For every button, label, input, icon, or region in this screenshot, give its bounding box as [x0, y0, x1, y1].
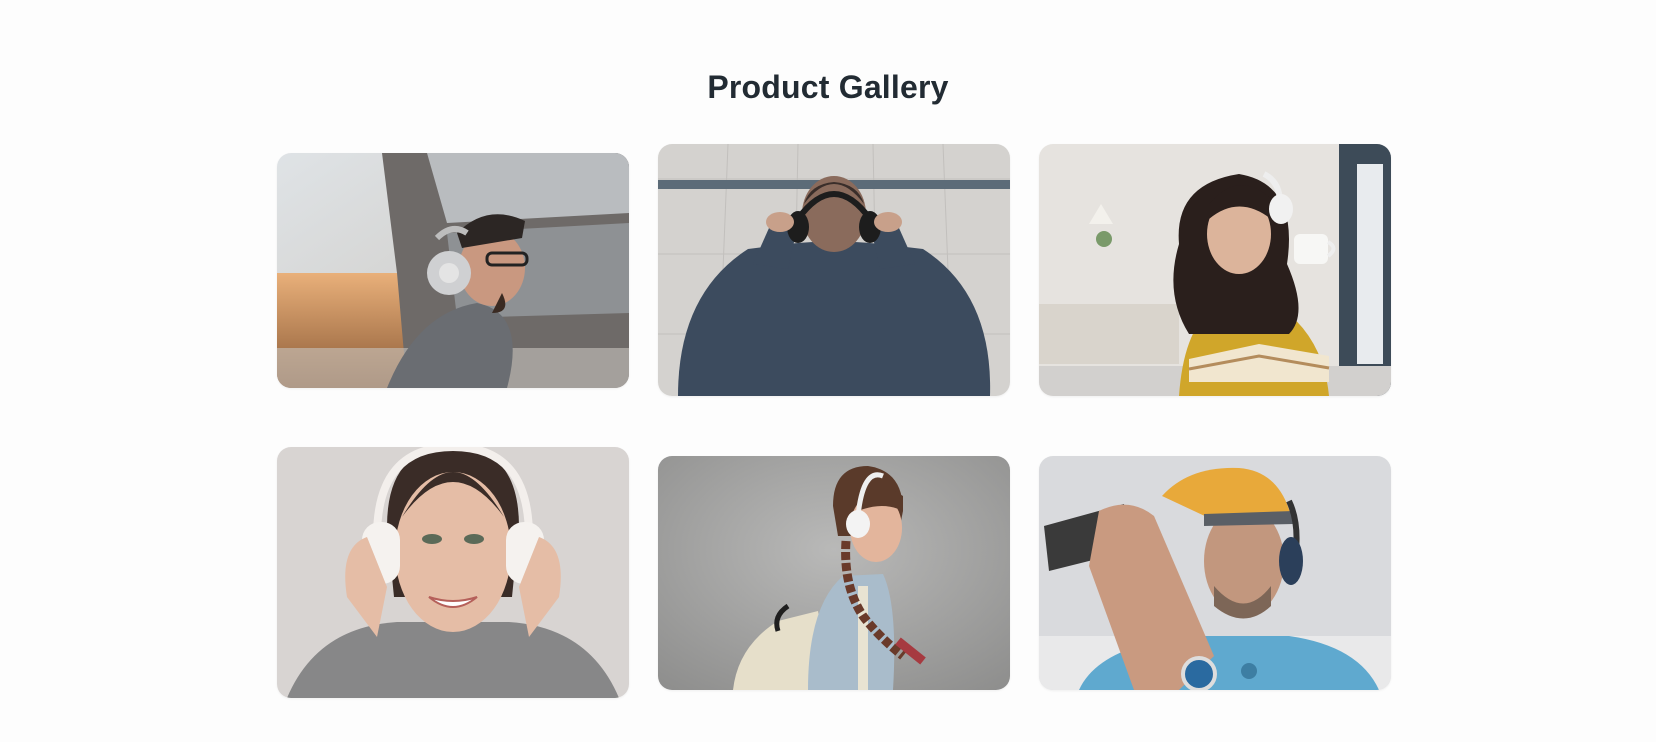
gallery-card[interactable] — [277, 153, 629, 388]
gallery-card[interactable] — [658, 456, 1010, 690]
page-title: Product Gallery — [707, 69, 949, 106]
product-photo — [277, 153, 629, 388]
product-photo — [658, 144, 1010, 396]
gallery-card[interactable] — [277, 447, 629, 698]
gallery-card[interactable] — [658, 144, 1010, 396]
gallery-card[interactable] — [1039, 144, 1391, 396]
product-photo — [1039, 456, 1391, 690]
product-photo — [658, 456, 1010, 690]
product-photo — [277, 447, 629, 698]
product-gallery-page: Product Gallery — [0, 0, 1656, 742]
gallery-card[interactable] — [1039, 456, 1391, 690]
product-photo — [1039, 144, 1391, 396]
